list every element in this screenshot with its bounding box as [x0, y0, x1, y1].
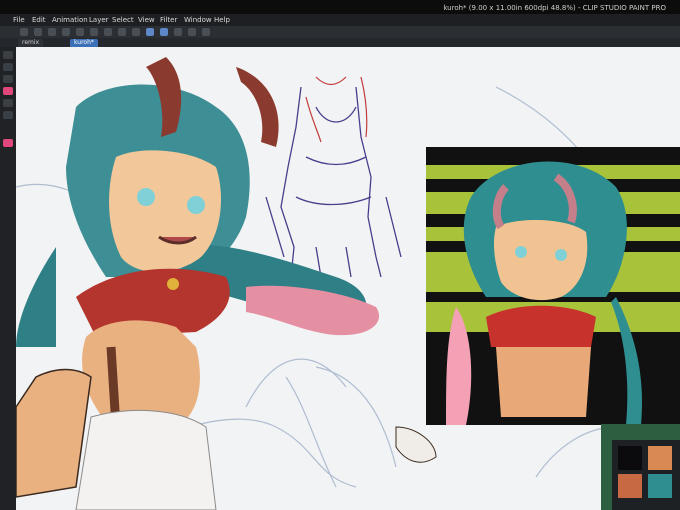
menu-window[interactable]: Window — [184, 16, 212, 24]
menu-filter[interactable]: Filter — [160, 16, 177, 24]
open-icon[interactable] — [34, 28, 42, 36]
right-illustration — [426, 147, 680, 425]
swatch-2[interactable] — [648, 446, 672, 470]
tab-kuroh-label: kuroh* — [74, 39, 94, 46]
redo-icon[interactable] — [76, 28, 84, 36]
menu-edit[interactable]: Edit — [32, 16, 46, 24]
menu-view[interactable]: View — [138, 16, 155, 24]
left-character — [16, 57, 437, 510]
new-icon[interactable] — [20, 28, 28, 36]
zoom-tool-icon[interactable] — [3, 51, 13, 59]
fill-icon[interactable] — [188, 28, 196, 36]
main-color-icon[interactable] — [3, 139, 13, 147]
tool-palette — [0, 47, 16, 510]
eraser-icon[interactable] — [174, 28, 182, 36]
ruler-icon[interactable] — [146, 28, 154, 36]
pen-icon[interactable] — [160, 28, 168, 36]
menu-select[interactable]: Select — [112, 16, 134, 24]
grid-icon[interactable] — [202, 28, 210, 36]
menu-animation[interactable]: Animation — [52, 16, 88, 24]
tab-kuroh[interactable]: kuroh* — [70, 39, 98, 47]
swatch-1[interactable] — [618, 446, 642, 470]
swatch-3[interactable] — [618, 474, 642, 498]
menu-layer[interactable]: Layer — [89, 16, 109, 24]
color-set — [612, 440, 680, 510]
undo-icon[interactable] — [62, 28, 70, 36]
drawing-canvas[interactable] — [16, 47, 680, 510]
document-tabs: remix kuroh* — [0, 38, 680, 47]
deselect-icon[interactable] — [118, 28, 126, 36]
sketch-figure — [265, 86, 402, 278]
command-bar — [0, 26, 680, 38]
snap-icon[interactable] — [132, 28, 140, 36]
move-tool-icon[interactable] — [3, 63, 13, 71]
pen-tool-icon[interactable] — [3, 87, 13, 95]
window-title: kuroh* (9.00 x 11.00in 600dpi 48.8%) - C… — [443, 4, 666, 12]
menu-bar: File Edit Animation Layer Select View Fi… — [0, 4, 680, 26]
menu-help[interactable]: Help — [214, 16, 230, 24]
clear-icon[interactable] — [90, 28, 98, 36]
selection-tool-icon[interactable] — [3, 75, 13, 83]
menu-file[interactable]: File — [13, 16, 25, 24]
save-icon[interactable] — [48, 28, 56, 36]
brush-tool-icon[interactable] — [3, 99, 13, 107]
swatch-4[interactable] — [648, 474, 672, 498]
tab-remix[interactable]: remix — [18, 39, 44, 47]
eraser-tool-icon[interactable] — [3, 111, 13, 119]
artwork — [16, 57, 680, 510]
tab-remix-label: remix — [22, 39, 40, 46]
transform-icon[interactable] — [104, 28, 112, 36]
